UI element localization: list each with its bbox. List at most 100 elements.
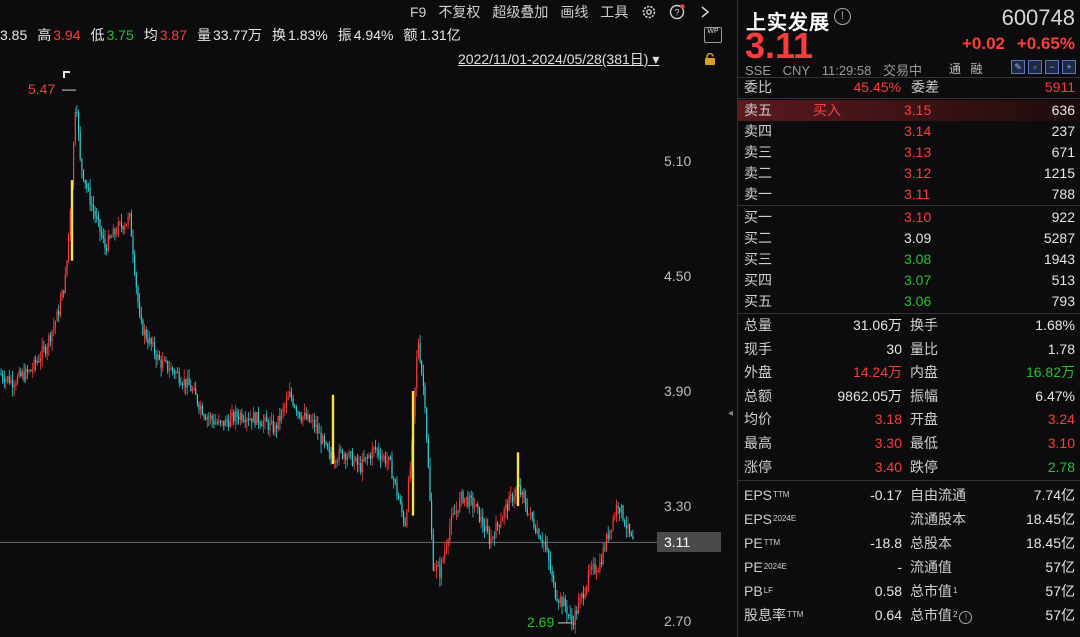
ask-row[interactable]: 卖二 3.12 1215 xyxy=(738,163,1080,184)
candle-body xyxy=(440,561,443,579)
avg-label: 均 xyxy=(143,27,158,43)
candle-body xyxy=(584,593,586,599)
candle-body xyxy=(238,416,240,420)
candle-body xyxy=(299,412,301,418)
wp-badge[interactable]: WP xyxy=(704,27,722,43)
plus-icon[interactable]: + xyxy=(1062,60,1076,74)
chevron-right-icon[interactable] xyxy=(696,3,714,21)
candle-body xyxy=(25,368,27,381)
bid-row[interactable]: 买二 3.09 5287 xyxy=(738,228,1080,249)
fundamental-label-sup: TTM xyxy=(787,610,804,619)
candle-body xyxy=(403,512,405,523)
tools-button[interactable]: 工具 xyxy=(600,2,628,22)
ask-row[interactable]: 卖四 3.14 237 xyxy=(738,121,1080,142)
candlestick-chart[interactable] xyxy=(0,66,725,637)
candle-body xyxy=(358,463,360,465)
candle-body xyxy=(472,497,474,508)
candle-body xyxy=(251,418,253,423)
stat-cell: 量比 1.78 xyxy=(910,338,1075,361)
draw-line-button[interactable]: 画线 xyxy=(560,2,588,22)
candle-body xyxy=(444,550,446,559)
candle-body xyxy=(7,376,9,379)
candle-body xyxy=(508,495,510,511)
candle-body xyxy=(450,515,452,527)
candle-body xyxy=(56,311,58,322)
candle-body xyxy=(134,255,136,274)
fundamental-cell: 总股本 18.45亿 xyxy=(910,532,1075,555)
candle-body xyxy=(492,536,494,538)
bid-row[interactable]: 买五 3.06 793 xyxy=(738,291,1080,312)
ask-row[interactable]: 卖三 3.13 671 xyxy=(738,142,1080,163)
fundamental-label: 总市值2! xyxy=(910,604,973,627)
candle-body xyxy=(310,420,312,422)
candle-body xyxy=(478,506,481,522)
candle-body xyxy=(473,506,476,508)
candle-body xyxy=(74,112,76,143)
candle-body xyxy=(302,416,304,421)
divider xyxy=(738,205,1080,206)
no-adjust-button[interactable]: 不复权 xyxy=(438,2,480,22)
candle-body xyxy=(211,415,213,420)
candle-body xyxy=(96,216,98,218)
info-icon[interactable]: ! xyxy=(834,8,851,25)
candle-body xyxy=(531,512,533,519)
fundamental-label-text: 自由流通 xyxy=(910,487,966,503)
candle-body xyxy=(417,343,419,358)
caret-down-icon[interactable]: ▾ xyxy=(652,51,659,67)
candle-body xyxy=(86,183,88,188)
candle-body xyxy=(181,384,184,386)
candle-body xyxy=(432,534,434,571)
candle-body xyxy=(366,457,368,458)
pencil-icon[interactable]: ✎ xyxy=(1011,60,1025,74)
ask-row[interactable]: 卖五 买入 3.15 636 xyxy=(738,100,1080,121)
candle-body xyxy=(398,495,400,500)
candle-body xyxy=(49,335,52,341)
candle-body xyxy=(313,420,316,428)
help-icon[interactable]: ? xyxy=(668,3,686,21)
bid-row[interactable]: 买四 3.07 513 xyxy=(738,270,1080,291)
kline-panel[interactable]: F9 不复权 超级叠加 画线 工具 ? 3.85 高 3.94 低 3.75 均… xyxy=(0,0,725,637)
fundamental-label-sup: TTM xyxy=(773,490,790,499)
candle-body xyxy=(46,346,48,354)
collapse-panel-icon[interactable]: ◂ xyxy=(728,408,736,422)
candle-body xyxy=(210,415,212,418)
candle-body xyxy=(259,423,261,425)
candle-body xyxy=(262,421,264,427)
minus-icon[interactable]: − xyxy=(1045,60,1059,74)
f9-button[interactable]: F9 xyxy=(410,4,426,20)
stat-label: 总量 xyxy=(744,317,772,333)
candle-body xyxy=(267,421,269,430)
candle-body xyxy=(239,412,241,420)
super-overlay-button[interactable]: 超级叠加 xyxy=(492,2,548,22)
info-circle-icon[interactable]: ! xyxy=(959,611,973,624)
fundamental-value: -0.17 xyxy=(870,487,902,503)
candle-body xyxy=(188,377,190,386)
lock-icon[interactable] xyxy=(704,52,716,65)
candle-body xyxy=(79,132,81,159)
candle-body xyxy=(447,540,449,547)
bid-row[interactable]: 买三 3.08 1943 xyxy=(738,249,1080,270)
fundamental-label-sup: LF xyxy=(763,586,774,595)
volume-value: 33.77万 xyxy=(213,27,263,43)
limit-up-candle xyxy=(331,394,335,464)
candle-body xyxy=(569,614,571,616)
stat-label: 外盘 xyxy=(744,364,772,381)
fundamental-cell: 流通值 57亿 xyxy=(910,556,1075,579)
candle-body xyxy=(483,526,485,531)
candle-body xyxy=(525,497,527,508)
candle-body xyxy=(175,371,177,374)
candle-body xyxy=(576,610,578,614)
bid-price: 3.08 xyxy=(904,251,932,267)
candle-body xyxy=(44,347,47,354)
candle-body xyxy=(427,438,429,467)
ask-row[interactable]: 卖一 3.11 788 xyxy=(738,184,1080,205)
fundamental-label-text: 总股本 xyxy=(910,535,952,551)
window-icon[interactable]: ▫ xyxy=(1028,60,1042,74)
candle-body xyxy=(426,408,428,439)
candle-body xyxy=(76,112,78,114)
order-ratio-value: 45.45% xyxy=(853,79,901,95)
candle-body xyxy=(604,548,606,550)
gear-icon[interactable] xyxy=(640,3,658,21)
candle-body xyxy=(485,525,487,531)
bid-row[interactable]: 买一 3.10 922 xyxy=(738,207,1080,228)
